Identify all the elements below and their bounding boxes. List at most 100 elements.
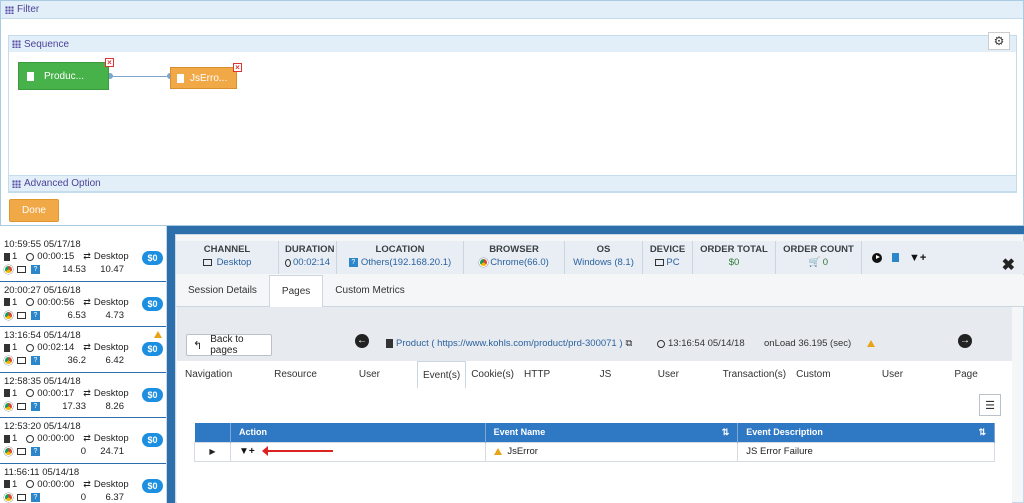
- session-list-item[interactable]: 12:58:35 05/14/18 1 00:00:17 ⇄ Desktop? 17.33…: [0, 373, 166, 418]
- session-list-item[interactable]: 10:59:55 05/17/18 1 00:00:15 ⇄ Desktop? 14.53…: [0, 236, 166, 282]
- next-page-icon[interactable]: →: [958, 334, 972, 348]
- chrome-icon: [479, 258, 489, 267]
- column-toggle-button[interactable]: ☰: [979, 394, 1001, 416]
- session-list-item[interactable]: 20:00:27 05/16/18 1 00:00:56 ⇄ Desktop? 6.53 4…: [0, 282, 166, 327]
- warning-icon: [493, 447, 502, 455]
- sort-icon[interactable]: ⇅: [722, 427, 730, 438]
- page-count: 1: [12, 251, 18, 262]
- remove-node-icon[interactable]: ×: [233, 63, 242, 72]
- remove-node-icon[interactable]: ×: [105, 58, 114, 67]
- session-item-partial[interactable]: [0, 226, 166, 236]
- onload-text: onLoad 36.195 (sec): [764, 338, 852, 349]
- session-time: 10:59:55 05/17/18: [4, 239, 81, 250]
- close-icon[interactable]: ✖: [1002, 255, 1015, 275]
- event-tabs: Navigation Timing Resource Timing User T…: [177, 361, 1012, 407]
- session-metrics: ? 6.53 4.73: [4, 309, 163, 322]
- advanced-option-title: Advanced Option: [24, 178, 101, 189]
- session-time: 13:16:54 05/14/18: [4, 330, 81, 341]
- stat-value: Windows (8.1): [571, 257, 636, 268]
- tab-pages[interactable]: Pages: [268, 275, 324, 308]
- unknown-location-icon: ?: [31, 356, 40, 365]
- unknown-location-icon: ?: [348, 258, 358, 267]
- back-to-pages-button[interactable]: ↰ Back to pages: [186, 334, 272, 356]
- chrome-icon: [4, 310, 13, 320]
- clock-icon: [26, 343, 35, 352]
- done-button[interactable]: Done: [9, 199, 59, 222]
- chrome-icon: [4, 401, 13, 411]
- advanced-option-header[interactable]: Advanced Option: [8, 175, 1017, 192]
- session-device: Desktop: [93, 296, 129, 308]
- tab-page-dump[interactable]: Page Dump: [949, 361, 1012, 407]
- play-icon[interactable]: [872, 252, 882, 263]
- previous-page-icon[interactable]: ←: [355, 334, 369, 348]
- events-body: ☰ Action Event Name ⇅ Event Description ⇅ …: [177, 388, 1012, 503]
- action-cell: ▼+: [229, 441, 486, 462]
- sequence-node-product[interactable]: Produc... ×: [18, 58, 114, 90]
- page-icon: [386, 339, 393, 348]
- add-filter-icon[interactable]: ▼+: [239, 446, 255, 457]
- page-count: 1: [12, 478, 18, 490]
- column-header-event-description[interactable]: Event Description ⇅: [737, 423, 995, 442]
- session-duration: 00:00:00: [37, 433, 75, 444]
- page-count-icon: [4, 343, 10, 352]
- tab-events[interactable]: Event(s): [416, 361, 467, 388]
- clock-icon: [26, 252, 35, 261]
- stat-value-text: 00:02:14: [293, 257, 330, 268]
- sequence-node-jserror[interactable]: JsErro... ×: [170, 63, 242, 89]
- copy-icon[interactable]: ⧉: [626, 338, 633, 349]
- unknown-location-icon: ?: [31, 265, 40, 274]
- back-arrow-icon: ↰: [193, 339, 203, 352]
- session-list-item[interactable]: 11:56:11 05/14/18 1 00:00:00 ⇄ Desktop? 0 6.37…: [0, 464, 166, 503]
- tab-transactions[interactable]: Transaction(s): [718, 361, 792, 388]
- stat-label: DEVICE: [649, 244, 686, 255]
- session-metric-1: 0: [80, 491, 86, 503]
- settings-button[interactable]: ⚙: [988, 32, 1010, 50]
- tab-user-actions[interactable]: User Action(s): [877, 361, 950, 407]
- stat-order-total: ORDER TOTAL $0: [693, 241, 776, 274]
- session-list-item[interactable]: 12:53:20 05/14/18 1 00:00:00 ⇄ Desktop? 0 24.7…: [0, 418, 166, 464]
- sort-icon[interactable]: ⇅: [978, 427, 986, 438]
- session-metric-1: 36.2: [67, 355, 87, 366]
- stat-device: DEVICE PC: [643, 241, 693, 274]
- tab-session-details[interactable]: Session Details: [176, 275, 269, 306]
- filter-header[interactable]: Filter: [1, 1, 1023, 19]
- session-summary: 1 00:02:14 ⇄ Desktop: [4, 341, 163, 354]
- column-header-action[interactable]: Action: [230, 423, 486, 442]
- session-summary: 1 00:00:00 ⇄ Desktop: [4, 478, 163, 491]
- tab-cookies[interactable]: Cookie(s): [466, 361, 519, 388]
- event-name-cell: JsError: [484, 441, 739, 462]
- channel-icon: ⇄: [83, 296, 91, 307]
- order-value-badge: $0: [142, 478, 163, 493]
- tab-js-errors[interactable]: JS Error(s): [595, 361, 653, 407]
- document-icon[interactable]: [892, 253, 899, 262]
- stat-value-text: Others(192.168.20.1): [360, 257, 452, 268]
- tab-custom-metrics-events[interactable]: Custom Metric(s): [791, 361, 877, 407]
- row-expander[interactable]: ▶: [194, 441, 231, 462]
- session-metrics: ? 14.53 10.47: [4, 263, 163, 276]
- tab-user-activity[interactable]: User Activity: [653, 361, 718, 407]
- events-table: Action Event Name ⇅ Event Description ⇅ ▶ …: [194, 423, 995, 462]
- channel-icon: ⇄: [83, 251, 91, 261]
- clock-icon: [26, 298, 35, 306]
- stat-value: 00:02:14: [285, 257, 330, 268]
- session-metric-2: 6.37: [105, 491, 125, 503]
- table-row[interactable]: ▶ ▼+ JsError JS Error Failure: [194, 441, 995, 462]
- tab-navigation-timing[interactable]: Navigation Timing: [180, 361, 269, 407]
- tab-resource-timing[interactable]: Resource Timing: [269, 361, 354, 407]
- add-filter-icon[interactable]: ▼+: [909, 252, 926, 264]
- page-panel: ↰ Back to pages ← Product ( https://www.…: [177, 307, 1012, 503]
- tab-http-request[interactable]: HTTP Request: [519, 361, 595, 407]
- session-metric-2: 10.47: [100, 264, 124, 275]
- session-duration: 00:00:15: [37, 251, 75, 262]
- chrome-icon: [4, 265, 13, 274]
- expand-icon[interactable]: ▶: [209, 447, 215, 456]
- session-list-item[interactable]: 13:16:54 05/14/18 1 00:02:14 ⇄ Desktop? 36.2 6…: [0, 327, 166, 373]
- tab-custom-metrics[interactable]: Custom Metrics: [323, 275, 416, 306]
- clock-icon: [285, 258, 292, 267]
- stat-value-text: PC: [666, 257, 680, 268]
- order-value-badge: $0: [142, 296, 163, 311]
- tab-user-timing[interactable]: User Timing: [354, 361, 417, 407]
- column-header-event-name[interactable]: Event Name ⇅: [485, 423, 739, 442]
- sequence-title: Sequence: [24, 38, 70, 50]
- stat-label: OS: [596, 244, 611, 255]
